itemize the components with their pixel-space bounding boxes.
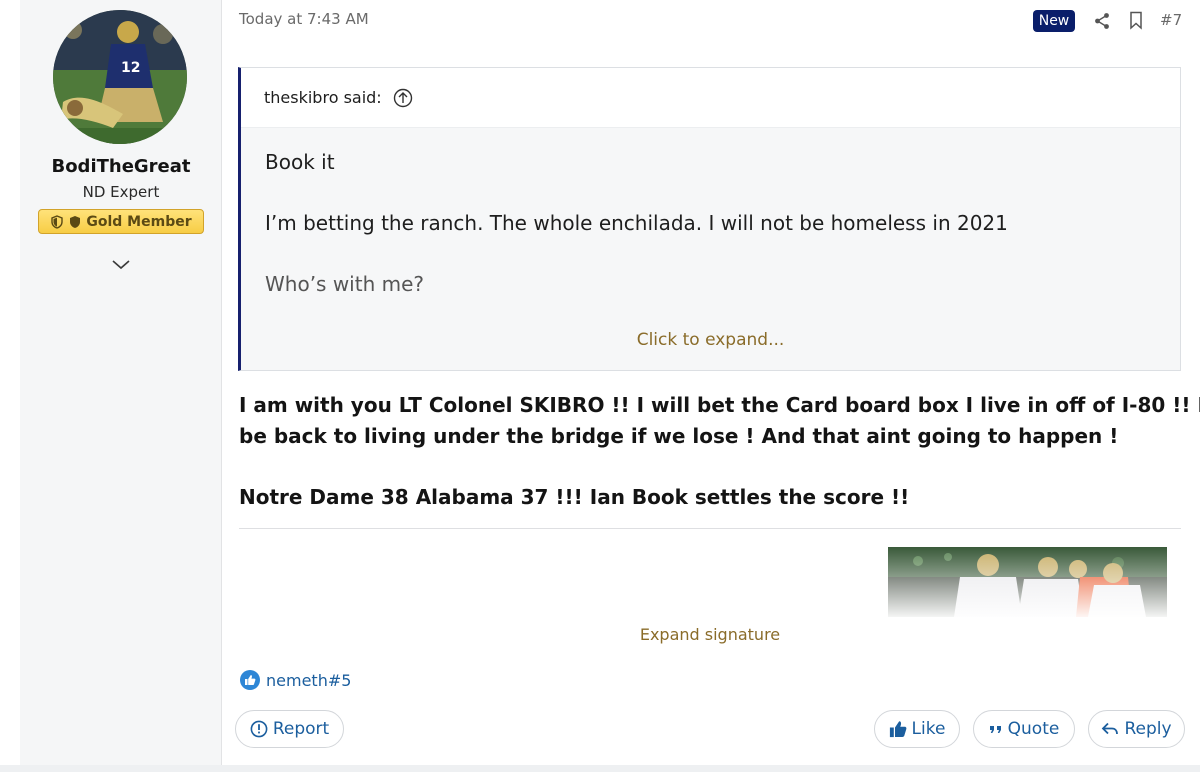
username[interactable]: BodiTheGreat [20, 156, 222, 177]
quote-author[interactable]: theskibro said: [264, 88, 382, 107]
shield-outline-icon [51, 214, 64, 229]
reaction-user-link[interactable]: nemeth#5 [266, 671, 351, 690]
signature-divider [239, 528, 1181, 529]
quote-mark-icon [989, 726, 1001, 733]
page-margin [0, 0, 20, 772]
expand-signature-link[interactable]: Expand signature [0, 625, 1200, 644]
post-timestamp[interactable]: Today at 7:43 AM [239, 10, 369, 28]
post-user-cell: 12 BodiTheGreat ND Expert Gold Member [20, 0, 222, 765]
svg-text:12: 12 [121, 60, 140, 76]
banner-label: Gold Member [86, 213, 192, 230]
alert-circle-icon [250, 720, 268, 738]
chevron-down-icon[interactable] [110, 256, 132, 272]
quote-expand-link[interactable]: Click to expand... [241, 330, 1180, 350]
arrow-up-circle-icon[interactable] [393, 88, 413, 108]
reply-arrow-icon [1102, 722, 1119, 735]
post-body-line: be back to living under the bridge if we… [239, 424, 1119, 448]
post-body-line: I am with you LT Colonel SKIBRO !! I wil… [239, 393, 1200, 417]
like-button[interactable]: Like [874, 710, 960, 748]
reactions-bar: nemeth#5 [240, 670, 351, 690]
shield-icon [70, 215, 81, 228]
quote-header: theskibro said: [241, 68, 1180, 128]
quote-block: theskibro said: Book it I’m betting the … [238, 67, 1181, 371]
reply-label: Reply [1124, 719, 1172, 739]
user-title: ND Expert [82, 183, 160, 201]
post-number-link[interactable]: #7 [1160, 11, 1182, 29]
quote-label: Quote [1007, 719, 1060, 739]
reply-button[interactable]: Reply [1088, 710, 1185, 748]
user-avatar[interactable]: 12 [53, 10, 187, 144]
post-body-line: Notre Dame 38 Alabama 37 !!! Ian Book se… [239, 485, 910, 509]
thumbs-up-icon [889, 721, 906, 738]
share-icon[interactable] [1094, 12, 1110, 30]
user-banner: Gold Member [38, 209, 204, 234]
signature-image [888, 547, 1167, 617]
new-badge: New [1033, 10, 1075, 32]
quote-text-line: I’m betting the ranch. The whole enchila… [265, 211, 1008, 235]
quote-text-line: Who’s with me? [265, 272, 425, 296]
thumbs-up-icon [240, 670, 260, 690]
quote-button[interactable]: Quote [973, 710, 1075, 748]
like-label: Like [911, 719, 946, 739]
quote-text-line: Book it [265, 150, 335, 174]
bookmark-icon[interactable] [1129, 11, 1143, 30]
page-bottom-edge [0, 765, 1200, 772]
forum-post: 12 BodiTheGreat ND Expert Gold Member To… [0, 0, 1200, 772]
report-label: Report [272, 719, 330, 739]
report-button[interactable]: Report [235, 710, 344, 748]
